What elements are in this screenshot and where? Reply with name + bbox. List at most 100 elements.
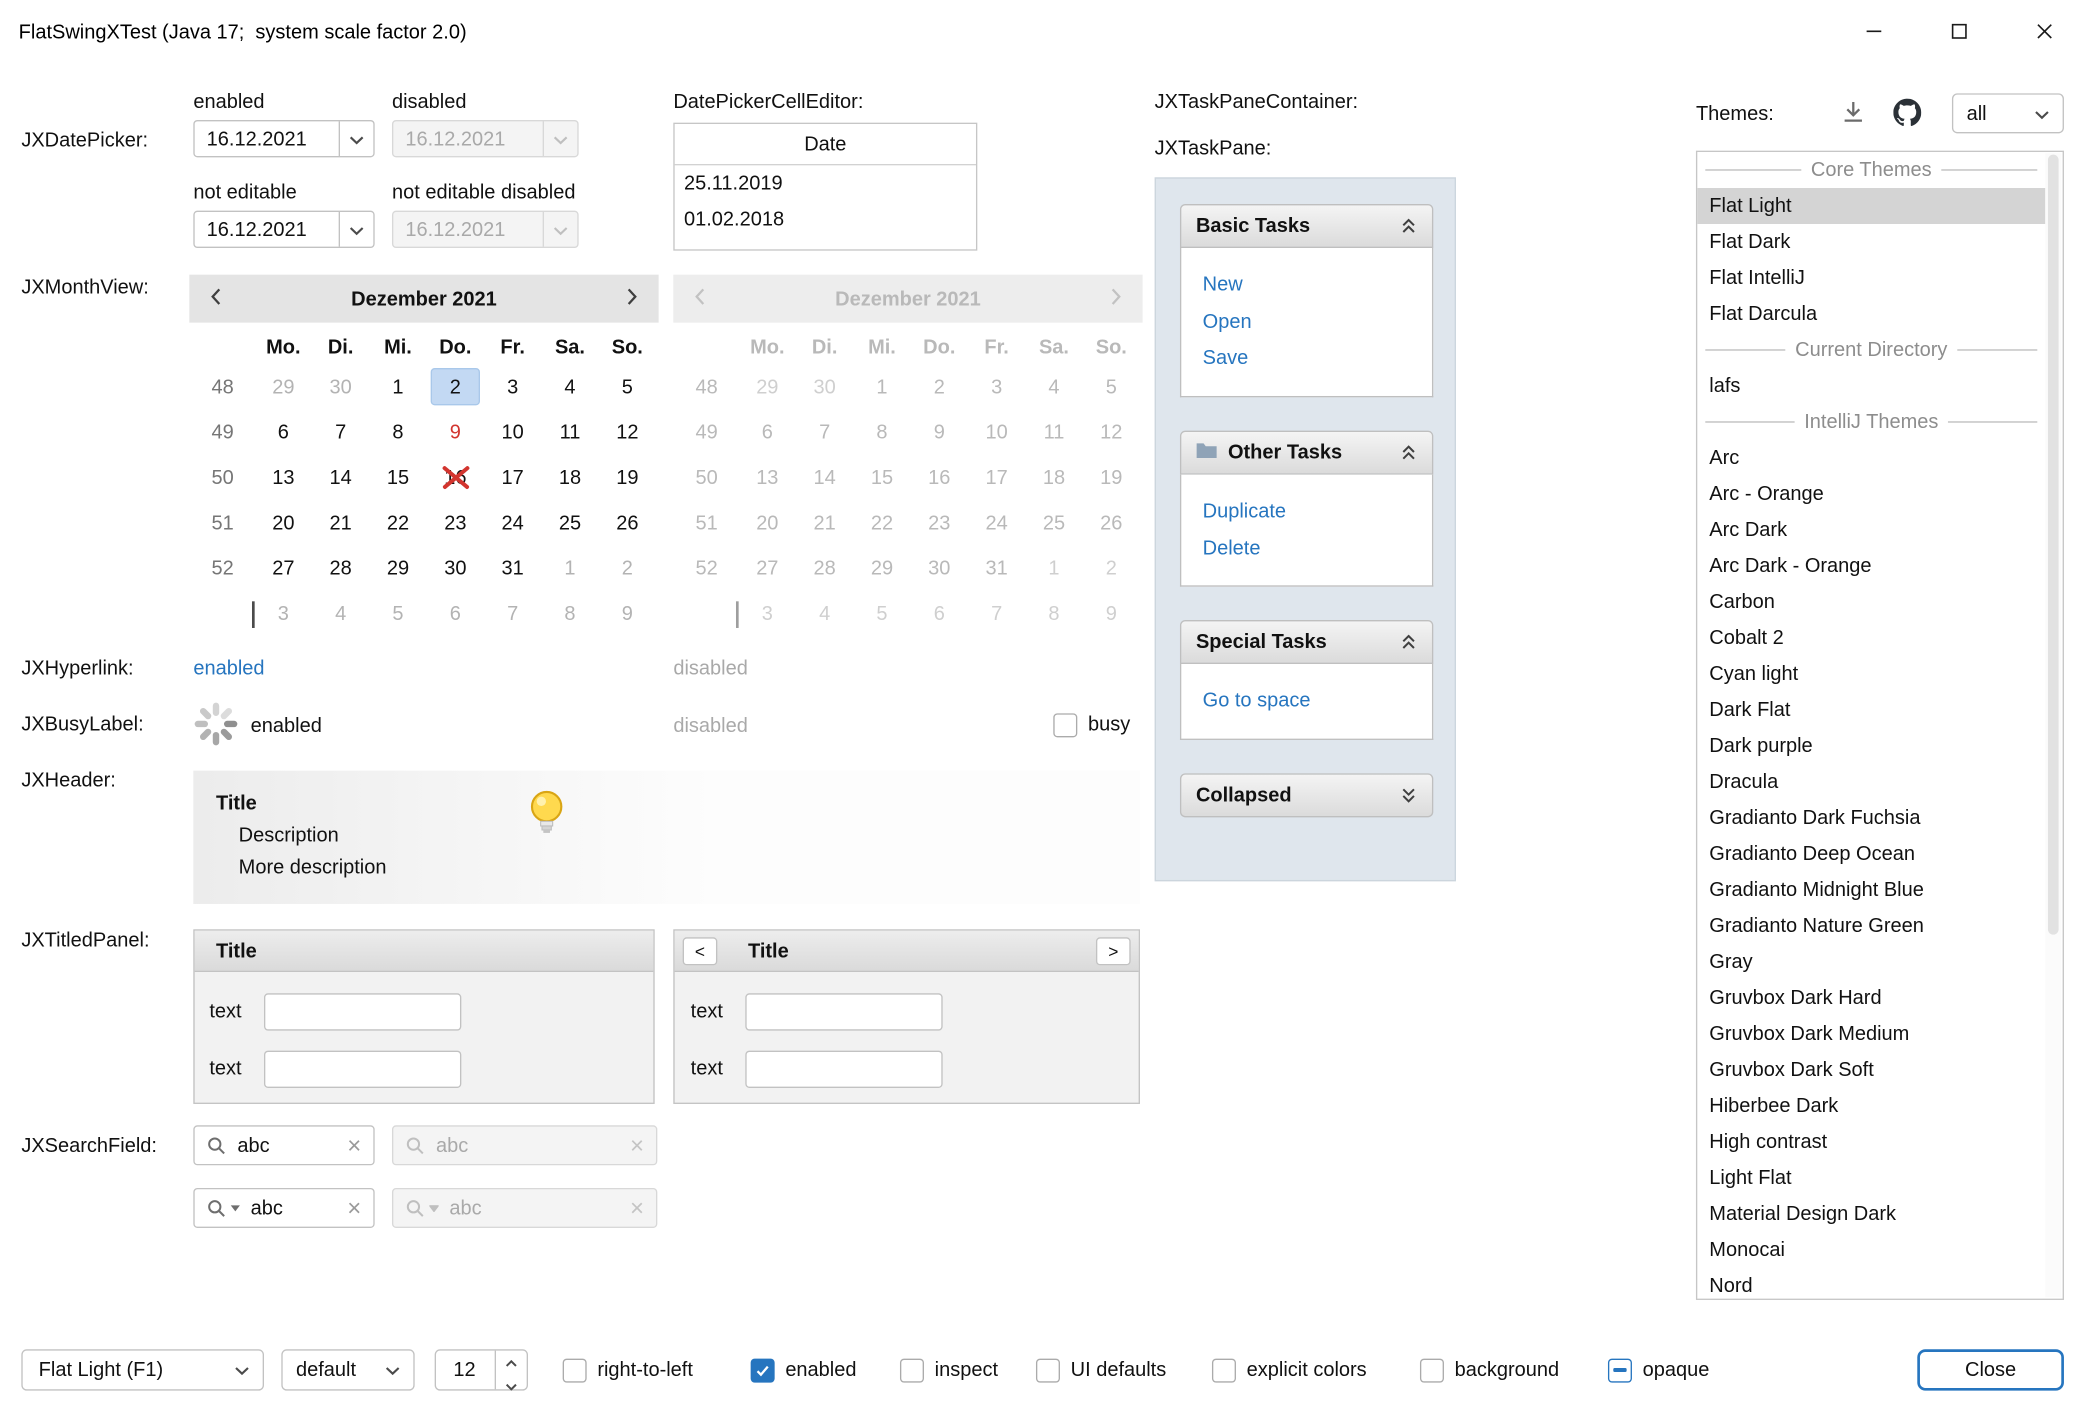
search-field-with-menu-enabled[interactable]: abc × bbox=[193, 1188, 374, 1228]
calendar-day[interactable]: 8 bbox=[369, 409, 426, 454]
theme-list-item[interactable]: Flat Light bbox=[1697, 188, 2045, 224]
date-picker-enabled[interactable]: 16.12.2021 bbox=[193, 120, 374, 157]
checkbox-box[interactable] bbox=[1212, 1358, 1236, 1382]
calendar-day[interactable]: 5 bbox=[369, 591, 426, 636]
date-picker-dropdown-button[interactable] bbox=[339, 121, 374, 156]
date-picker-not-editable[interactable]: 16.12.2021 bbox=[193, 211, 374, 248]
calendar-day[interactable]: 2 bbox=[599, 545, 656, 590]
theme-list-item[interactable]: Gray bbox=[1697, 944, 2045, 980]
calendar-day[interactable]: 17 bbox=[484, 455, 541, 500]
checkbox-box[interactable] bbox=[1608, 1358, 1632, 1382]
theme-list-item[interactable]: Dracula bbox=[1697, 764, 2045, 800]
checkbox-box[interactable] bbox=[1420, 1358, 1444, 1382]
calendar-day[interactable]: 14 bbox=[312, 455, 369, 500]
calendar-day[interactable]: 31 bbox=[484, 545, 541, 590]
taskpane-header[interactable]: Other Tasks bbox=[1180, 431, 1433, 475]
theme-list-item[interactable]: Cobalt 2 bbox=[1697, 620, 2045, 656]
date-picker-dropdown-button[interactable] bbox=[339, 212, 374, 247]
calendar-day[interactable]: 7 bbox=[312, 409, 369, 454]
theme-list-item[interactable]: Dark purple bbox=[1697, 728, 2045, 764]
taskpane-action-link[interactable]: Duplicate bbox=[1181, 493, 1432, 530]
date-table-column-header[interactable]: Date bbox=[675, 124, 976, 165]
calendar-day[interactable]: 20 bbox=[255, 500, 312, 545]
calendar-day[interactable]: 2 bbox=[427, 364, 484, 409]
calendar-day[interactable]: 1 bbox=[541, 545, 598, 590]
collapse-icon[interactable] bbox=[1400, 633, 1417, 650]
theme-list-item[interactable]: Gruvbox Dark Medium bbox=[1697, 1016, 2045, 1052]
date-table-row[interactable]: 01.02.2018 bbox=[675, 201, 976, 237]
theme-list-item[interactable]: Gradianto Deep Ocean bbox=[1697, 836, 2045, 872]
checkbox-right-to-left[interactable]: right-to-left bbox=[563, 1349, 693, 1390]
theme-list-item[interactable]: Arc Dark - Orange bbox=[1697, 548, 2045, 584]
search-icon[interactable] bbox=[207, 1135, 227, 1155]
theme-list-item[interactable]: Carbon bbox=[1697, 584, 2045, 620]
taskpane-action-link[interactable]: New bbox=[1181, 267, 1432, 304]
calendar-day[interactable]: 10 bbox=[484, 409, 541, 454]
search-field-enabled[interactable]: abc × bbox=[193, 1125, 374, 1165]
titled-panel-text-input[interactable] bbox=[264, 1051, 461, 1088]
checkbox-box[interactable] bbox=[563, 1358, 587, 1382]
theme-list-item[interactable]: Gruvbox Dark Hard bbox=[1697, 980, 2045, 1016]
checkbox-box[interactable] bbox=[751, 1358, 775, 1382]
calendar-day[interactable]: 18 bbox=[541, 455, 598, 500]
calendar-day[interactable]: 9 bbox=[427, 409, 484, 454]
clear-icon[interactable]: × bbox=[347, 1196, 361, 1220]
calendar-day[interactable]: 16 bbox=[427, 455, 484, 500]
theme-list-item[interactable]: Flat IntelliJ bbox=[1697, 260, 2045, 296]
theme-list-item[interactable]: Gradianto Midnight Blue bbox=[1697, 872, 2045, 908]
calendar-day[interactable]: 21 bbox=[312, 500, 369, 545]
calendar-day[interactable]: 23 bbox=[427, 500, 484, 545]
theme-list-item[interactable]: Arc - Orange bbox=[1697, 476, 2045, 512]
clear-icon[interactable]: × bbox=[347, 1133, 361, 1157]
theme-list-item[interactable]: Material Design Dark bbox=[1697, 1196, 2045, 1232]
titled-panel-text-input[interactable] bbox=[745, 1051, 942, 1088]
busy-checkbox[interactable]: busy bbox=[1053, 704, 1130, 745]
themes-scrollbar-thumb[interactable] bbox=[2048, 155, 2059, 935]
calendar-day[interactable]: 29 bbox=[255, 364, 312, 409]
calendar-day[interactable]: 28 bbox=[312, 545, 369, 590]
checkbox-opaque[interactable]: opaque bbox=[1608, 1349, 1709, 1390]
title-bar[interactable]: FlatSwingXTest (Java 17; system scale fa… bbox=[0, 0, 2074, 67]
calendar-day[interactable]: 12 bbox=[599, 409, 656, 454]
expand-icon[interactable] bbox=[1400, 787, 1417, 804]
theme-list-item[interactable]: lafs bbox=[1697, 368, 2045, 404]
calendar-day[interactable]: 15 bbox=[369, 455, 426, 500]
titled-panel-text-input[interactable] bbox=[264, 993, 461, 1030]
download-button[interactable] bbox=[1835, 96, 1872, 133]
calendar-day[interactable]: 25 bbox=[541, 500, 598, 545]
theme-list-item[interactable]: Gradianto Nature Green bbox=[1697, 908, 2045, 944]
checkbox-box[interactable] bbox=[1036, 1358, 1060, 1382]
calendar-day[interactable]: 8 bbox=[541, 591, 598, 636]
calendar-day[interactable]: 11 bbox=[541, 409, 598, 454]
panel-prev-button[interactable]: < bbox=[683, 937, 718, 965]
calendar-day[interactable]: 6 bbox=[427, 591, 484, 636]
titled-panel-text-input[interactable] bbox=[745, 993, 942, 1030]
maximize-button[interactable] bbox=[1928, 0, 1989, 67]
theme-list-item[interactable]: Cyan light bbox=[1697, 656, 2045, 692]
theme-list-item[interactable]: Flat Dark bbox=[1697, 224, 2045, 260]
taskpane-action-link[interactable]: Go to space bbox=[1181, 683, 1432, 720]
theme-list-item[interactable]: Nord bbox=[1697, 1268, 2045, 1300]
theme-list-item[interactable]: Dark Flat bbox=[1697, 692, 2045, 728]
checkbox-explicit-colors[interactable]: explicit colors bbox=[1212, 1349, 1367, 1390]
taskpane-action-link[interactable]: Save bbox=[1181, 340, 1432, 377]
busy-checkbox-box[interactable] bbox=[1053, 713, 1077, 737]
minimize-button[interactable] bbox=[1843, 0, 1904, 67]
calendar-day[interactable]: 4 bbox=[312, 591, 369, 636]
theme-list-item[interactable]: Monocai bbox=[1697, 1232, 2045, 1268]
checkbox-box[interactable] bbox=[900, 1358, 924, 1382]
calendar-day[interactable]: 5 bbox=[599, 364, 656, 409]
calendar-day[interactable]: 13 bbox=[255, 455, 312, 500]
calendar-day[interactable]: 26 bbox=[599, 500, 656, 545]
close-button[interactable]: Close bbox=[1917, 1349, 2064, 1390]
theme-list-item[interactable]: High contrast bbox=[1697, 1124, 2045, 1160]
github-button[interactable] bbox=[1887, 95, 1927, 135]
theme-list-item[interactable]: Flat Darcula bbox=[1697, 296, 2045, 332]
date-picker-value[interactable]: 16.12.2021 bbox=[195, 121, 339, 156]
search-input-value[interactable]: abc bbox=[237, 1134, 336, 1157]
calendar-day[interactable]: 1 bbox=[369, 364, 426, 409]
theme-list-item[interactable]: Arc bbox=[1697, 440, 2045, 476]
taskpane-header[interactable]: Special Tasks bbox=[1180, 620, 1433, 664]
taskpane-action-link[interactable]: Open bbox=[1181, 303, 1432, 340]
theme-list-item[interactable]: Gradianto Dark Fuchsia bbox=[1697, 800, 2045, 836]
